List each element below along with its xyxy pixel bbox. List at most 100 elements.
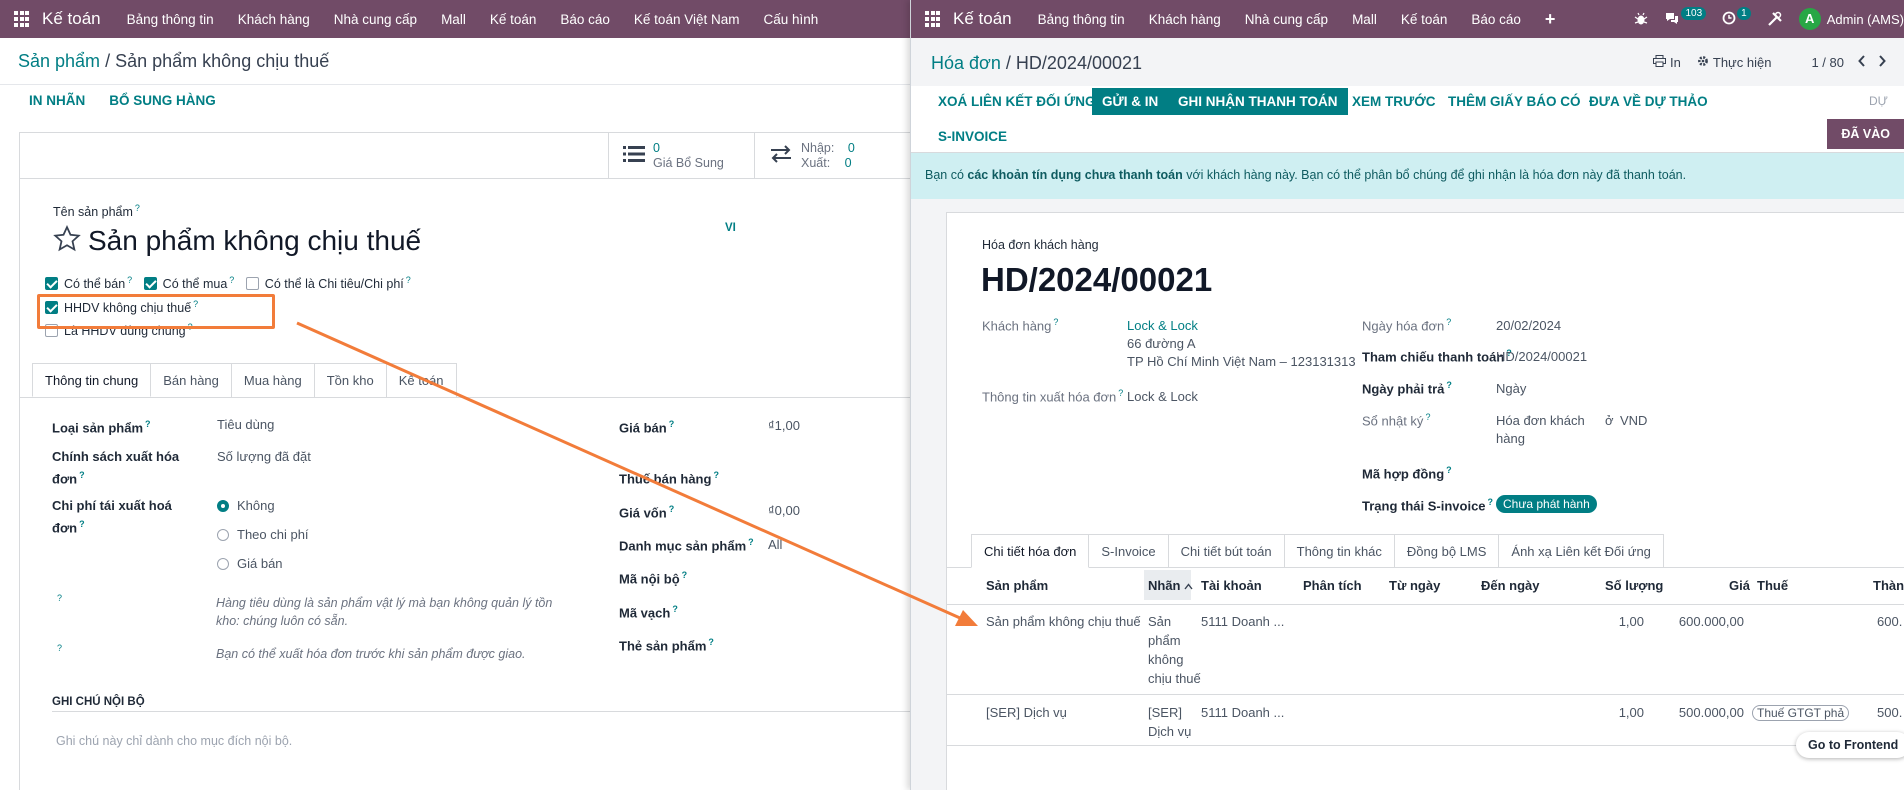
can-be-purchased-checkbox[interactable]: Có thể mua? xyxy=(143,275,234,291)
app-menu-icon[interactable] xyxy=(14,11,30,27)
billing-info-label: Thông tin xuất hóa đơn? xyxy=(982,388,1124,405)
go-to-frontend-button[interactable]: Go to Frontend xyxy=(1796,732,1904,758)
register-payment-button[interactable]: GHI NHẬN THANH TOÁN xyxy=(1168,88,1348,115)
line-tax-badge[interactable]: Thuế GTGT phả xyxy=(1752,703,1852,723)
bug-icon[interactable] xyxy=(1634,12,1648,26)
nav-vendors[interactable]: Nhà cung cấp xyxy=(1245,12,1328,27)
column-from-date[interactable]: Từ ngày xyxy=(1389,578,1440,593)
chevron-left-icon[interactable] xyxy=(1858,55,1866,70)
category-label: Danh mục sản phẩm? xyxy=(619,537,754,554)
nav-accounting[interactable]: Kế toán xyxy=(1401,12,1448,27)
messages-button[interactable]: 103 xyxy=(1664,6,1707,28)
activities-button[interactable]: 1 xyxy=(1722,6,1751,28)
unreconcile-button[interactable]: XOÁ LIÊN KẾT ĐỐI ỨNG xyxy=(938,94,1095,109)
chevron-right-icon[interactable] xyxy=(1878,55,1886,70)
line-quantity: 1,00 xyxy=(1618,614,1644,629)
product-form-window: Kế toán Bảng thông tin Khách hàng Nhà cu… xyxy=(0,0,912,790)
internal-note-field[interactable]: Ghi chú này chỉ dành cho mục đích nội bộ… xyxy=(56,734,292,748)
customer-link[interactable]: Lock & Lock xyxy=(1127,317,1356,335)
reset-to-draft-button[interactable]: ĐƯA VỀ DỰ THẢO xyxy=(1589,94,1708,109)
print-labels-button[interactable]: IN NHÃN xyxy=(29,93,85,108)
breadcrumb-parent[interactable]: Hóa đơn xyxy=(931,53,1001,73)
column-subtotal[interactable]: Thành xyxy=(1873,578,1904,593)
reinvoice-radio-cost[interactable]: Theo chi phí xyxy=(217,525,309,544)
nav-reports[interactable]: Báo cáo xyxy=(1471,12,1521,27)
tab-journal-items[interactable]: Chi tiết bút toán xyxy=(1167,534,1285,568)
nav-vendors[interactable]: Nhà cung cấp xyxy=(334,12,417,27)
star-icon[interactable] xyxy=(52,224,82,257)
billing-info-link[interactable]: Lock & Lock xyxy=(1127,388,1198,406)
nav-config[interactable]: Cấu hình xyxy=(763,12,818,27)
line-product-link[interactable]: [SER] Dịch vụ xyxy=(986,703,1067,722)
user-menu[interactable]: A Admin (AMS) xyxy=(1798,8,1904,30)
breadcrumb-parent[interactable]: Sản phẩm xyxy=(18,51,100,71)
nav-accounting[interactable]: Kế toán xyxy=(490,12,537,27)
status-draft[interactable]: DỰ xyxy=(1869,94,1888,108)
app-name[interactable]: Kế toán xyxy=(953,9,1012,29)
pager-value[interactable]: 1 / 80 xyxy=(1811,55,1844,70)
sales-tax-label: Thuế bán hàng? xyxy=(619,470,719,487)
product-type-select[interactable]: Tiêu dùng xyxy=(217,415,274,434)
nav-mall[interactable]: Mall xyxy=(441,12,466,27)
tab-purchase[interactable]: Mua hàng xyxy=(230,363,315,397)
payment-ref[interactable]: HD/2024/00021 xyxy=(1496,348,1587,366)
cost-input[interactable]: ₫0,00 xyxy=(768,501,800,520)
tab-general-info[interactable]: Thông tin chung xyxy=(32,363,152,397)
nav-customers[interactable]: Khách hàng xyxy=(1149,12,1221,27)
add-credit-note-button[interactable]: THÊM GIẤY BÁO CÓ xyxy=(1448,94,1581,109)
status-posted[interactable]: ĐÃ VÀO xyxy=(1827,119,1904,149)
tools-icon[interactable] xyxy=(1767,11,1783,27)
invoice-date[interactable]: 20/02/2024 xyxy=(1496,317,1561,335)
tab-inventory[interactable]: Tồn kho xyxy=(313,363,387,397)
column-product[interactable]: Sản phẩm xyxy=(986,578,1048,593)
invoice-form-window: Kế toán Bảng thông tin Khách hàng Nhà cu… xyxy=(910,0,1904,790)
column-to-date[interactable]: Đến ngày xyxy=(1481,578,1540,593)
credit-alert-link[interactable]: các khoản tín dụng chưa thanh toán xyxy=(967,168,1182,182)
invoice-policy-select[interactable]: Số lượng đã đặt xyxy=(217,447,311,466)
app-menu-icon[interactable] xyxy=(925,11,941,27)
tab-accounting[interactable]: Kế toán xyxy=(385,363,457,397)
product-name-input[interactable]: Sản phẩm không chịu thuế xyxy=(88,225,421,257)
reinvoice-radio-no[interactable]: Không xyxy=(217,496,275,515)
nav-vn-accounting[interactable]: Kế toán Việt Nam xyxy=(634,12,740,27)
send-print-button[interactable]: GỬI & IN xyxy=(1092,88,1169,115)
plus-icon[interactable]: + xyxy=(1545,9,1556,30)
language-badge[interactable]: VI xyxy=(725,222,736,234)
column-label[interactable]: Nhãn xyxy=(1148,578,1193,593)
app-name[interactable]: Kế toán xyxy=(42,9,101,29)
address-line-1: 66 đường A xyxy=(1127,336,1196,351)
tab-s-invoice[interactable]: S-Invoice xyxy=(1088,534,1169,568)
tab-reconcile-mapping[interactable]: Ánh xạ Liên kết Đối ứng xyxy=(1498,534,1664,568)
tab-lms-sync[interactable]: Đồng bộ LMS xyxy=(1393,534,1500,568)
print-button[interactable]: In xyxy=(1653,55,1681,70)
column-quantity[interactable]: Số lượng xyxy=(1605,578,1663,593)
can-be-expensed-checkbox[interactable]: Có thể là Chi tiêu/Chi phí? xyxy=(245,275,411,291)
journal[interactable]: Hóa đơn khách hàng xyxy=(1496,412,1585,448)
reinvoice-radio-sales[interactable]: Giá bán xyxy=(217,554,283,573)
due-date[interactable]: Ngày xyxy=(1496,380,1526,398)
can-be-sold-checkbox[interactable]: Có thể bán? xyxy=(45,275,132,291)
in-out-stat-button[interactable]: Nhập: 0 Xuất: 0 xyxy=(754,133,912,178)
sales-price-input[interactable]: ₫1,00 xyxy=(768,416,800,435)
replenish-stat-button[interactable]: 0 Giá Bổ Sung xyxy=(608,133,754,178)
replenish-button[interactable]: BỔ SUNG HÀNG xyxy=(109,93,216,108)
nav-customers[interactable]: Khách hàng xyxy=(238,12,310,27)
s-invoice-button[interactable]: S-INVOICE xyxy=(938,129,1007,144)
category-select[interactable]: All xyxy=(768,535,782,554)
column-account[interactable]: Tài khoản xyxy=(1201,578,1262,593)
action-menu-button[interactable]: Thực hiện xyxy=(1697,55,1771,70)
nav-mall[interactable]: Mall xyxy=(1352,12,1377,27)
column-tax[interactable]: Thuế xyxy=(1757,578,1788,593)
currency[interactable]: VND xyxy=(1620,412,1647,430)
tab-other-info[interactable]: Thông tin khác xyxy=(1283,534,1395,568)
nav-dashboard[interactable]: Bảng thông tin xyxy=(127,12,214,27)
column-analytic[interactable]: Phân tích xyxy=(1303,578,1362,593)
tab-sales[interactable]: Bán hàng xyxy=(150,363,232,397)
nav-dashboard[interactable]: Bảng thông tin xyxy=(1038,12,1125,27)
nav-reports[interactable]: Báo cáo xyxy=(560,12,610,27)
invoice-type: Hóa đơn khách hàng xyxy=(982,238,1099,252)
preview-button[interactable]: XEM TRƯỚC xyxy=(1352,94,1435,109)
column-price[interactable]: Giá xyxy=(1729,578,1750,593)
tab-invoice-lines[interactable]: Chi tiết hóa đơn xyxy=(971,534,1090,568)
line-product-link[interactable]: Sản phẩm không chịu thuế xyxy=(986,612,1141,631)
